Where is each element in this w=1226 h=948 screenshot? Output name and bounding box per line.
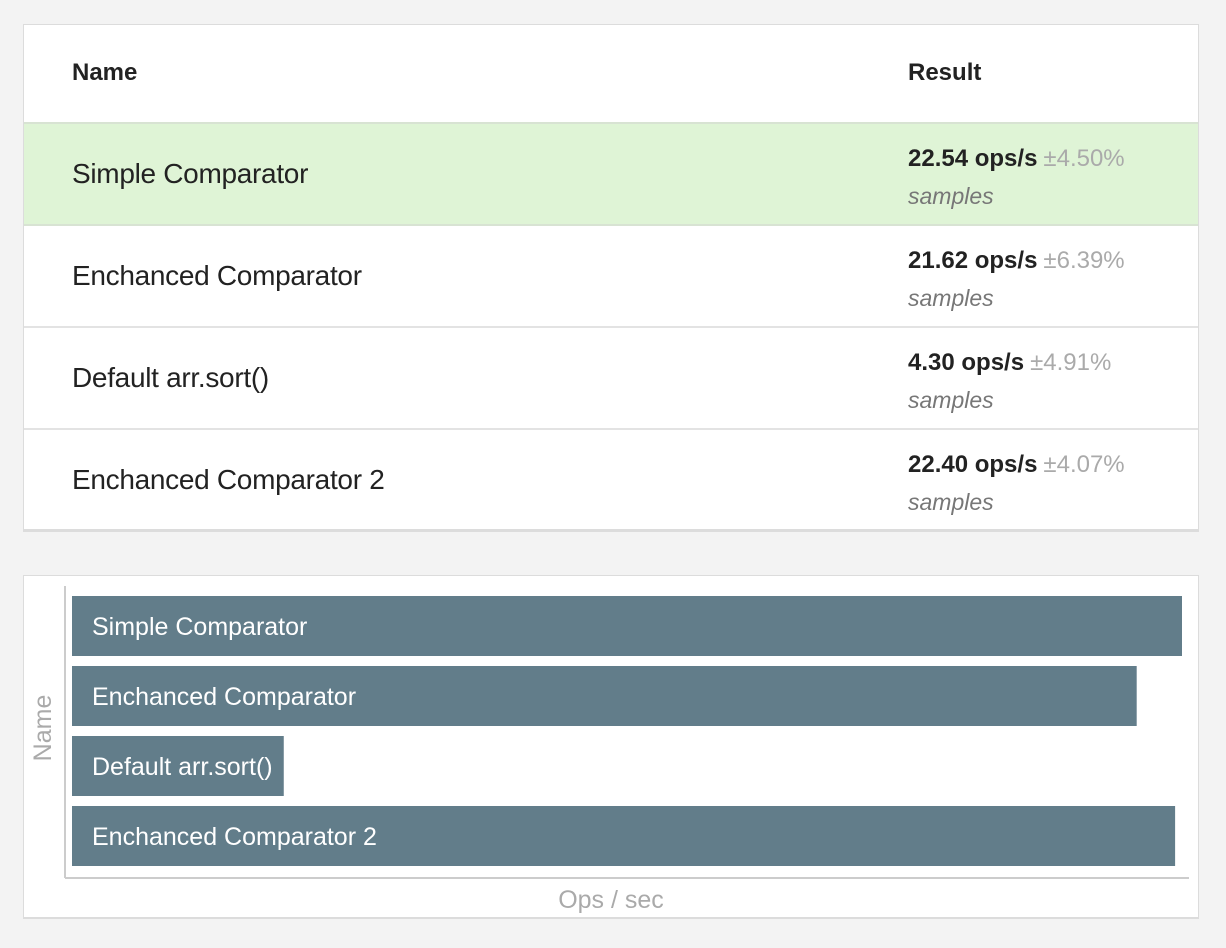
table-row: Enchanced Comparator 21.62 ops/s ±6.39% s… — [24, 226, 1198, 328]
error-margin: ±6.39% — [1043, 247, 1125, 274]
bar-label: Simple Comparator — [92, 613, 307, 641]
bar-label: Enchanced Comparator 2 — [92, 823, 377, 851]
table-row: Default arr.sort() 4.30 ops/s ±4.91% samp… — [24, 328, 1198, 430]
samples-link[interactable]: samples — [908, 383, 1111, 417]
row-result: 4.30 ops/s ±4.91% samples — [908, 346, 1111, 417]
column-header-name: Name — [72, 59, 138, 86]
row-name: Enchanced Comparator 2 — [72, 464, 385, 495]
row-result: 22.40 ops/s ±4.07% samples — [908, 448, 1125, 519]
samples-link[interactable]: samples — [908, 281, 1125, 315]
ops-value: 22.40 ops/s — [908, 451, 1038, 478]
row-result: 21.62 ops/s ±6.39% samples — [908, 244, 1125, 315]
error-margin: ±4.91% — [1030, 349, 1112, 376]
x-axis-title: Ops / sec — [558, 886, 664, 914]
table-header: Name Result — [24, 25, 1198, 124]
row-name: Simple Comparator — [72, 158, 309, 189]
bar-label: Enchanced Comparator — [92, 683, 356, 711]
ops-bar-chart: Simple Comparator Enchanced Comparator Def… — [23, 575, 1199, 919]
samples-link[interactable]: samples — [908, 179, 1125, 213]
ops-value: 21.62 ops/s — [908, 247, 1038, 274]
ops-value: 4.30 ops/s — [908, 349, 1025, 376]
results-table: Name Result Simple Comparator 22.54 ops/… — [23, 24, 1199, 532]
row-name: Default arr.sort() — [72, 362, 269, 393]
bars-layer: Simple Comparator Enchanced Comparator Def… — [72, 596, 1182, 866]
error-margin: ±4.07% — [1043, 451, 1125, 478]
table-row: Enchanced Comparator 2 22.40 ops/s ±4.07%… — [24, 430, 1198, 532]
table-row: Simple Comparator 22.54 ops/s ±4.50% samp… — [24, 124, 1198, 226]
row-result: 22.54 ops/s ±4.50% samples — [908, 142, 1125, 213]
y-axis-title: Name — [29, 695, 57, 762]
samples-link[interactable]: samples — [908, 485, 1125, 519]
chart-svg: Simple Comparator Enchanced Comparator Def… — [29, 586, 1189, 914]
bar-label: Default arr.sort() — [92, 753, 273, 781]
ops-value: 22.54 ops/s — [908, 145, 1038, 172]
error-margin: ±4.50% — [1043, 145, 1125, 172]
row-name: Enchanced Comparator — [72, 260, 362, 291]
column-header-result: Result — [908, 59, 982, 86]
